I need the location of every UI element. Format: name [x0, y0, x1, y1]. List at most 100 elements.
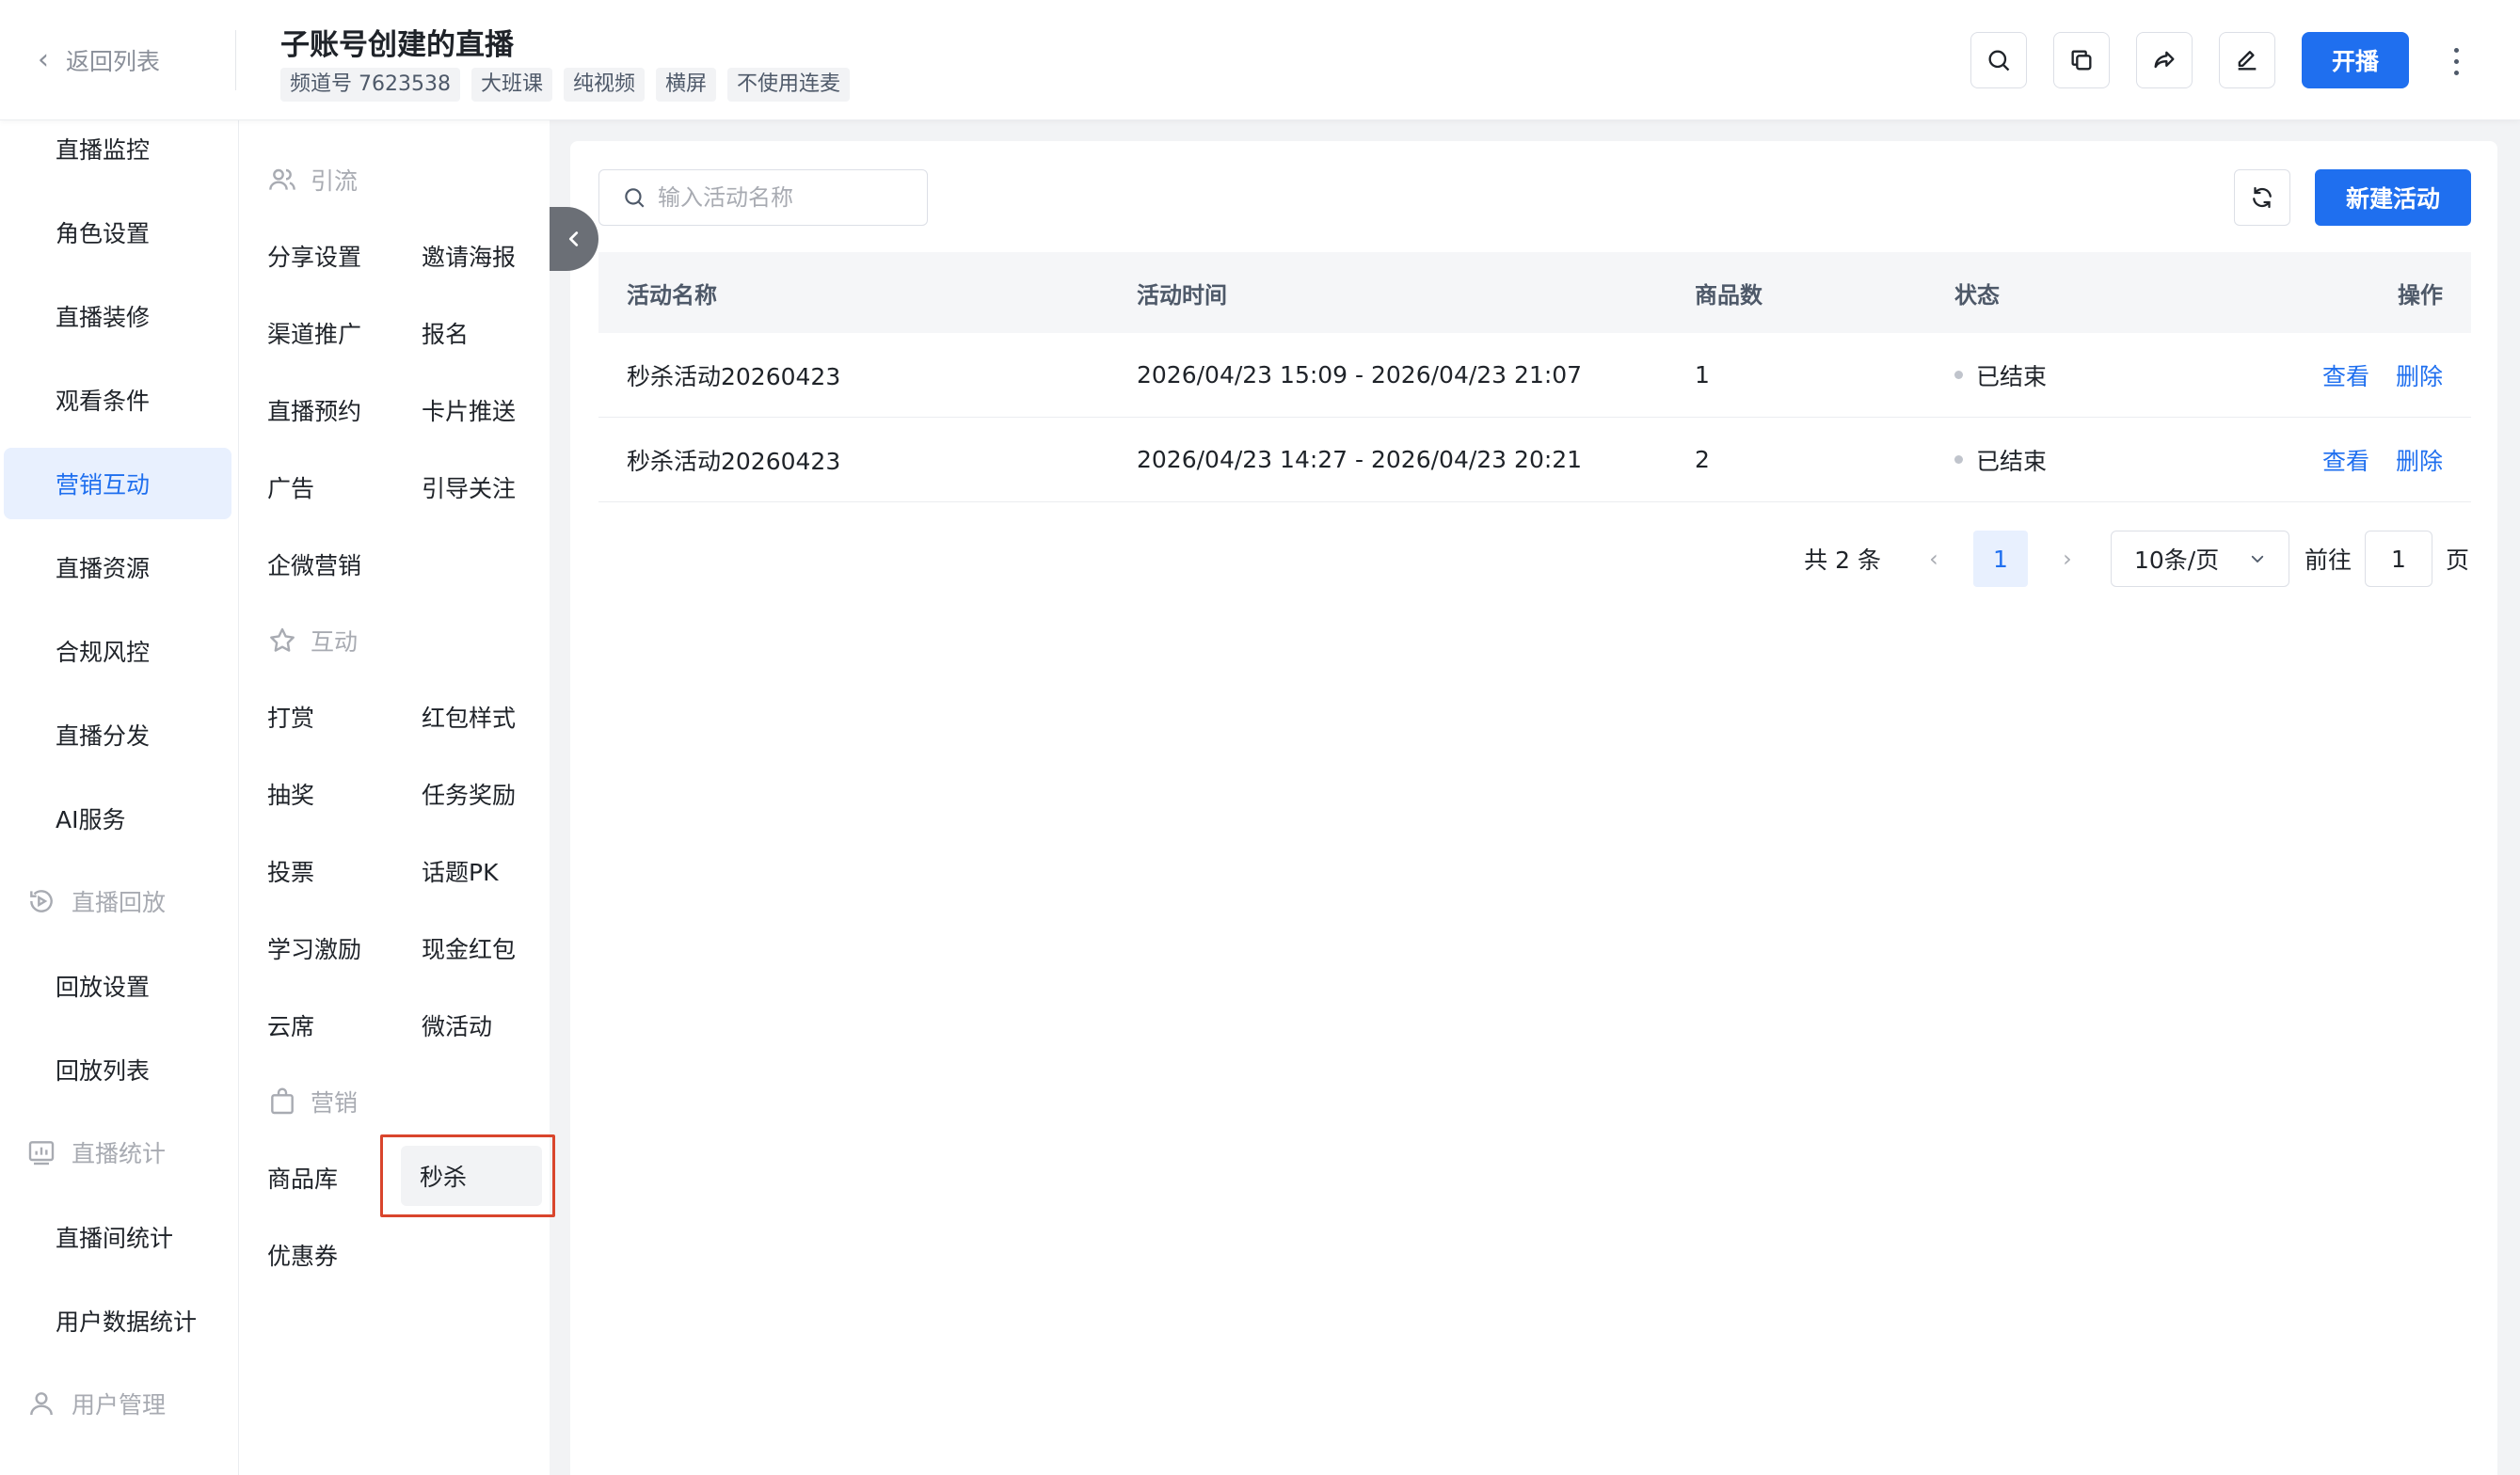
status-dot-icon — [1954, 455, 1963, 464]
sidebar-item-label: AI服务 — [56, 806, 126, 833]
tag-mic-link: 不使用连麦 — [727, 68, 851, 102]
cell-activity-time: 2026/04/23 15:09 - 2026/04/23 21:07 — [1137, 361, 1583, 389]
page-size-value: 10条/页 — [2133, 547, 2220, 574]
cell-activity-name: 秒杀活动20260423 — [627, 362, 841, 390]
subnav-item-cash-red-packet[interactable]: 现金红包 — [422, 918, 516, 978]
subnav-item-task-reward[interactable]: 任务奖励 — [422, 764, 516, 824]
sidebar-item-replay-settings[interactable]: 回放设置 — [4, 950, 231, 1022]
subnav-item-coupon[interactable]: 优惠券 — [267, 1225, 338, 1285]
sidebar-item-label: 角色设置 — [56, 220, 151, 247]
sidebar-item-live-distribution[interactable]: 直播分发 — [4, 699, 231, 770]
sidebar-item-room-statistics[interactable]: 直播间统计 — [4, 1201, 231, 1273]
page-title: 子账号创建的直播 — [280, 28, 514, 62]
cell-status: 已结束 — [1954, 443, 2311, 477]
tag-class-type: 大班课 — [471, 68, 552, 102]
header-divider — [235, 30, 236, 90]
sidebar-item-label: 回放列表 — [56, 1057, 151, 1085]
chevron-left-icon: ‹ — [1929, 546, 1938, 572]
sidebar-item-compliance[interactable]: 合规风控 — [4, 615, 231, 687]
subnav-item-learning-incentive[interactable]: 学习激励 — [267, 918, 361, 978]
subnav-item-topic-pk[interactable]: 话题PK — [422, 841, 498, 901]
cell-actions: 查看 删除 — [2311, 443, 2471, 477]
subnav-group-label: 营销 — [311, 1089, 359, 1117]
share-button[interactable] — [2136, 32, 2193, 88]
tag-video-type: 纯视频 — [564, 68, 646, 102]
sub-sidebar: 引流 分享设置 邀请海报 渠道推广 报名 直播预约 卡片推送 广告 引导关注 企… — [239, 120, 550, 1475]
subnav-item-reward[interactable]: 打赏 — [267, 687, 314, 747]
view-link[interactable]: 查看 — [2322, 358, 2369, 392]
subnav-item-vote[interactable]: 投票 — [267, 841, 314, 901]
sidebar-item-live-resources[interactable]: 直播资源 — [4, 531, 231, 603]
subnav-item-micro-activity[interactable]: 微活动 — [422, 995, 492, 1055]
delete-link[interactable]: 删除 — [2396, 443, 2443, 477]
copy-button[interactable] — [2053, 32, 2110, 88]
pagination-total: 共 2 条 — [1804, 547, 1881, 574]
sidebar-item-replay-list[interactable]: 回放列表 — [4, 1034, 231, 1105]
cell-actions: 查看 删除 — [2311, 358, 2471, 392]
back-to-list-button[interactable]: ‹ 返回列表 — [38, 41, 160, 79]
more-dot-icon — [2453, 47, 2459, 53]
sidebar-group-label: 用户管理 — [72, 1391, 167, 1419]
table-row: 秒杀活动20260423 2026/04/23 14:27 - 2026/04/… — [598, 418, 2471, 502]
edit-button[interactable] — [2219, 32, 2275, 88]
subnav-group-label: 互动 — [311, 628, 359, 656]
sidebar-item-label: 回放设置 — [56, 974, 151, 1001]
sidebar-group-replay[interactable]: 直播回放 — [26, 873, 166, 929]
activity-search-input[interactable] — [658, 184, 921, 211]
subnav-item-share-settings[interactable]: 分享设置 — [267, 226, 361, 286]
sidebar-item-user-data-statistics[interactable]: 用户数据统计 — [4, 1285, 231, 1356]
subnav-item-card-push[interactable]: 卡片推送 — [422, 380, 516, 440]
subnav-item-flash-sale[interactable]: 秒杀 — [401, 1146, 542, 1206]
subnav-item-wecom-marketing[interactable]: 企微营销 — [267, 534, 361, 595]
new-activity-button[interactable]: 新建活动 — [2315, 169, 2471, 226]
sidebar-item-label: 合规风控 — [56, 639, 151, 666]
sidebar-item-live-monitor[interactable]: 直播监控 — [4, 120, 231, 184]
subnav-item-cloud-seat[interactable]: 云席 — [267, 995, 314, 1055]
activity-search[interactable] — [598, 169, 928, 226]
edit-icon — [2238, 51, 2257, 71]
subnav-item-red-packet-style[interactable]: 红包样式 — [422, 687, 516, 747]
sidebar-item-watch-conditions[interactable]: 观看条件 — [4, 364, 231, 436]
subnav-item-channel-promotion[interactable]: 渠道推广 — [267, 303, 361, 363]
table-row: 秒杀活动20260423 2026/04/23 15:09 - 2026/04/… — [598, 333, 2471, 418]
sidebar-item-label: 直播装修 — [56, 304, 151, 331]
view-link[interactable]: 查看 — [2322, 443, 2369, 477]
subnav-item-follow-guide[interactable]: 引导关注 — [422, 457, 516, 517]
refresh-icon — [2253, 186, 2272, 209]
refresh-button[interactable] — [2234, 169, 2290, 226]
user-icon — [30, 1392, 53, 1416]
sidebar-item-role-settings[interactable]: 角色设置 — [4, 197, 231, 268]
channel-tags: 频道号 7623538 大班课 纯视频 横屏 不使用连麦 — [280, 68, 851, 102]
subnav-item-registration[interactable]: 报名 — [422, 303, 469, 363]
more-options-button[interactable] — [2443, 38, 2469, 85]
top-header: ‹ 返回列表 子账号创建的直播 频道号 7623538 大班课 纯视频 横屏 不… — [0, 0, 2520, 120]
sidebar-item-ai-service[interactable]: AI服务 — [4, 783, 231, 854]
chevron-right-icon: › — [2063, 546, 2072, 572]
sidebar-item-label: 直播监控 — [56, 136, 151, 164]
sidebar-item-live-decoration[interactable]: 直播装修 — [4, 280, 231, 352]
tag-orientation: 横屏 — [656, 68, 717, 102]
subnav-item-ads[interactable]: 广告 — [267, 457, 314, 517]
search-button[interactable] — [1970, 32, 2027, 88]
subnav-item-invite-poster[interactable]: 邀请海报 — [422, 226, 516, 286]
goto-page-input[interactable]: 1 — [2364, 531, 2432, 587]
subnav-item-live-reservation[interactable]: 直播预约 — [267, 380, 361, 440]
sidebar-group-statistics[interactable]: 直播统计 — [26, 1124, 166, 1181]
chart-icon — [28, 1141, 55, 1166]
cell-status: 已结束 — [1954, 358, 2311, 392]
page-size-select[interactable]: 10条/页 — [2110, 531, 2289, 587]
delete-link[interactable]: 删除 — [2396, 358, 2443, 392]
subnav-item-product-library[interactable]: 商品库 — [267, 1148, 338, 1208]
next-page-button[interactable]: › — [2041, 546, 2094, 572]
cell-activity-time: 2026/04/23 14:27 - 2026/04/23 20:21 — [1137, 446, 1583, 473]
prev-page-button[interactable]: ‹ — [1907, 546, 1960, 572]
sidebar-group-user-management[interactable]: 用户管理 — [26, 1375, 166, 1432]
sidebar-item-marketing-interaction[interactable]: 营销互动 — [4, 448, 231, 519]
subnav-group-interaction: 互动 — [267, 617, 358, 664]
subnav-group-traffic: 引流 — [267, 156, 358, 203]
activity-table: 活动名称 活动时间 商品数 状态 操作 秒杀活动20260423 2026/04… — [598, 252, 2471, 502]
page-suffix-label: 页 — [2445, 547, 2469, 574]
start-live-button[interactable]: 开播 — [2302, 32, 2409, 88]
subnav-item-lottery[interactable]: 抽奖 — [267, 764, 314, 824]
page-number-button[interactable]: 1 — [1972, 531, 2028, 587]
